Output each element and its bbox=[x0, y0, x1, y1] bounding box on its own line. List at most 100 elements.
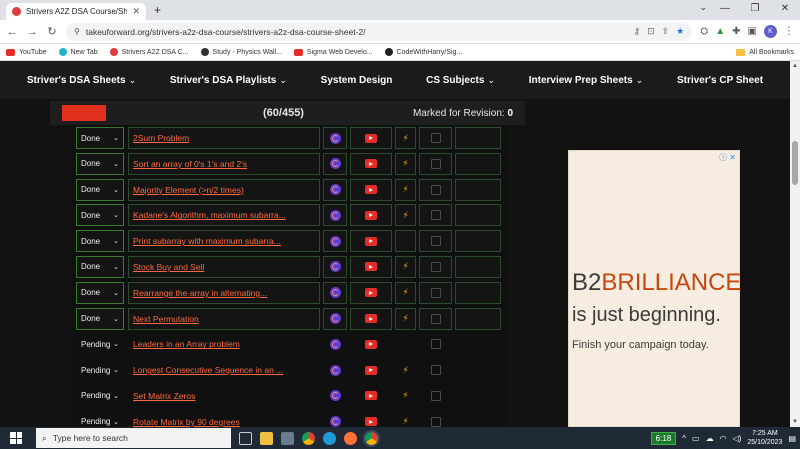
youtube-video-icon[interactable] bbox=[365, 391, 377, 401]
revision-cell[interactable] bbox=[455, 281, 501, 304]
forward-arrow-icon[interactable]: → bbox=[26, 26, 38, 38]
problem-link[interactable]: Set Matrix Zeros bbox=[128, 385, 320, 407]
profile-avatar[interactable]: K bbox=[764, 25, 777, 38]
task-view-icon[interactable] bbox=[239, 431, 252, 445]
note-icon[interactable] bbox=[430, 390, 441, 401]
revision-cell[interactable] bbox=[455, 152, 501, 175]
problem-link[interactable]: Print subarray with maximum subarra... bbox=[128, 230, 320, 253]
minimize-icon[interactable]: — bbox=[710, 0, 740, 20]
practice-bolt-icon[interactable]: ⚡ bbox=[402, 313, 408, 324]
tray-chevron-icon[interactable]: ^ bbox=[682, 434, 686, 443]
close-tab-icon[interactable]: ✕ bbox=[132, 6, 140, 17]
status-select[interactable]: Pending ⌄ bbox=[76, 333, 124, 355]
article-icon[interactable] bbox=[329, 313, 341, 325]
bookmark-sigma-web[interactable]: Sigma Web Develo... bbox=[293, 48, 373, 56]
side-panel-icon[interactable]: ▣ bbox=[748, 26, 757, 37]
cloud-icon[interactable]: ☁ bbox=[706, 434, 714, 443]
article-icon[interactable] bbox=[329, 390, 341, 402]
youtube-video-icon[interactable] bbox=[365, 339, 377, 349]
menu-kebab-icon[interactable]: ⋮ bbox=[784, 26, 794, 37]
revision-cell[interactable] bbox=[455, 359, 501, 381]
status-select[interactable]: Done ⌄ bbox=[76, 255, 124, 278]
article-icon[interactable] bbox=[329, 416, 341, 427]
maximize-icon[interactable]: ❐ bbox=[740, 0, 770, 20]
practice-bolt-icon[interactable]: ⚡ bbox=[402, 133, 408, 144]
article-icon[interactable] bbox=[329, 158, 341, 170]
note-icon[interactable] bbox=[430, 133, 441, 143]
article-icon[interactable] bbox=[329, 364, 341, 376]
firefox-icon[interactable] bbox=[344, 431, 357, 445]
note-icon[interactable] bbox=[430, 365, 441, 376]
back-arrow-icon[interactable]: ← bbox=[6, 26, 18, 38]
bookmark-star-icon[interactable]: ★ bbox=[676, 26, 684, 37]
nav-dsa-sheets[interactable]: Striver's DSA Sheets ⌄ bbox=[27, 75, 136, 86]
status-select[interactable]: Pending ⌄ bbox=[76, 411, 124, 427]
article-icon[interactable] bbox=[329, 184, 341, 196]
revision-cell[interactable] bbox=[455, 127, 501, 149]
file-explorer-icon[interactable] bbox=[260, 431, 273, 445]
status-select[interactable]: Done ⌄ bbox=[76, 152, 124, 175]
note-icon[interactable] bbox=[430, 158, 441, 169]
taskbar-search[interactable]: ⌕ Type here to search bbox=[36, 428, 231, 448]
practice-bolt-icon[interactable]: ⚡ bbox=[402, 365, 408, 376]
article-icon[interactable] bbox=[329, 338, 341, 350]
youtube-video-icon[interactable] bbox=[365, 159, 377, 169]
revision-cell[interactable] bbox=[455, 204, 501, 227]
article-icon[interactable] bbox=[329, 132, 341, 144]
battery-icon[interactable]: ▭ bbox=[692, 434, 700, 443]
note-icon[interactable] bbox=[430, 210, 441, 221]
status-select[interactable]: Pending ⌄ bbox=[76, 385, 124, 407]
bookmark-youtube[interactable]: YouTube bbox=[6, 48, 47, 56]
bookmark-codewithharry[interactable]: CodeWithHarry/Sig... bbox=[384, 48, 462, 56]
site-info-icon[interactable]: ⚲ bbox=[74, 27, 80, 36]
problem-link[interactable]: Sort an array of 0's 1's and 2's bbox=[128, 152, 320, 175]
nav-dsa-playlists[interactable]: Striver's DSA Playlists ⌄ bbox=[170, 75, 287, 86]
problem-link[interactable]: 2Sum Problem bbox=[128, 127, 320, 149]
practice-bolt-icon[interactable]: ⚡ bbox=[402, 390, 408, 401]
nav-system-design[interactable]: System Design bbox=[321, 75, 393, 86]
wifi-icon[interactable]: ◠ bbox=[720, 434, 727, 443]
scroll-up-icon[interactable]: ▲ bbox=[792, 63, 798, 69]
problem-link[interactable]: Majority Element (>n/2 times) bbox=[128, 178, 320, 201]
practice-bolt-icon[interactable]: ⚡ bbox=[402, 287, 408, 298]
browser-tab[interactable]: Strivers A2Z DSA Course/Sheet ✕ bbox=[6, 3, 146, 20]
extensions-puzzle-icon[interactable]: ✚ bbox=[732, 26, 740, 37]
windows-start-icon[interactable] bbox=[10, 432, 22, 444]
problem-link[interactable]: Rotate Matrix by 90 degrees bbox=[128, 411, 320, 427]
youtube-video-icon[interactable] bbox=[365, 365, 377, 375]
translate-icon[interactable]: ⊡ bbox=[647, 26, 655, 37]
status-select[interactable]: Done ⌄ bbox=[76, 230, 124, 253]
youtube-video-icon[interactable] bbox=[365, 236, 377, 246]
scrollbar-thumb[interactable] bbox=[792, 141, 798, 185]
article-icon[interactable] bbox=[329, 235, 341, 247]
problem-link[interactable]: Longest Consecutive Sequence in an ... bbox=[128, 359, 320, 381]
extension-green-icon[interactable]: ▲ bbox=[715, 26, 725, 37]
note-icon[interactable] bbox=[430, 339, 441, 350]
note-icon[interactable] bbox=[430, 184, 441, 195]
revision-cell[interactable] bbox=[455, 255, 501, 278]
practice-bolt-icon[interactable]: ⚡ bbox=[402, 416, 408, 427]
status-select[interactable]: Done ⌄ bbox=[76, 127, 124, 149]
youtube-video-icon[interactable] bbox=[365, 314, 377, 324]
camera-icon[interactable] bbox=[281, 431, 294, 445]
url-text[interactable]: takeuforward.org/strivers-a2z-dsa-course… bbox=[86, 27, 366, 37]
bookmark-new-tab[interactable]: New Tab bbox=[58, 48, 98, 56]
article-icon[interactable] bbox=[329, 287, 341, 299]
revision-cell[interactable] bbox=[455, 230, 501, 253]
close-window-icon[interactable]: ✕ bbox=[770, 0, 800, 20]
bookmark-physics-wallah[interactable]: Study - Physics Wall... bbox=[200, 48, 282, 56]
nav-interview-prep[interactable]: Interview Prep Sheets ⌄ bbox=[529, 75, 643, 86]
edge-icon[interactable] bbox=[323, 431, 336, 445]
key-icon[interactable]: ⚷ bbox=[633, 26, 640, 37]
problem-link[interactable]: Kadane's Algorithm, maximum subarra... bbox=[128, 204, 320, 227]
new-tab-plus-icon[interactable]: + bbox=[154, 3, 161, 17]
scroll-down-icon[interactable]: ▼ bbox=[792, 419, 798, 425]
problem-link[interactable]: Leaders in an Array problem bbox=[128, 333, 320, 355]
status-select[interactable]: Done ⌄ bbox=[76, 178, 124, 201]
nav-cs-subjects[interactable]: CS Subjects ⌄ bbox=[426, 75, 495, 86]
youtube-video-icon[interactable] bbox=[365, 133, 377, 143]
extension-bug-icon[interactable]: ⛭ bbox=[700, 26, 708, 37]
ad-choices-icon[interactable]: ⓘ ✕ bbox=[719, 152, 736, 163]
youtube-video-icon[interactable] bbox=[365, 288, 377, 298]
problem-link[interactable]: Rearrange the array in alternating... bbox=[128, 281, 320, 304]
